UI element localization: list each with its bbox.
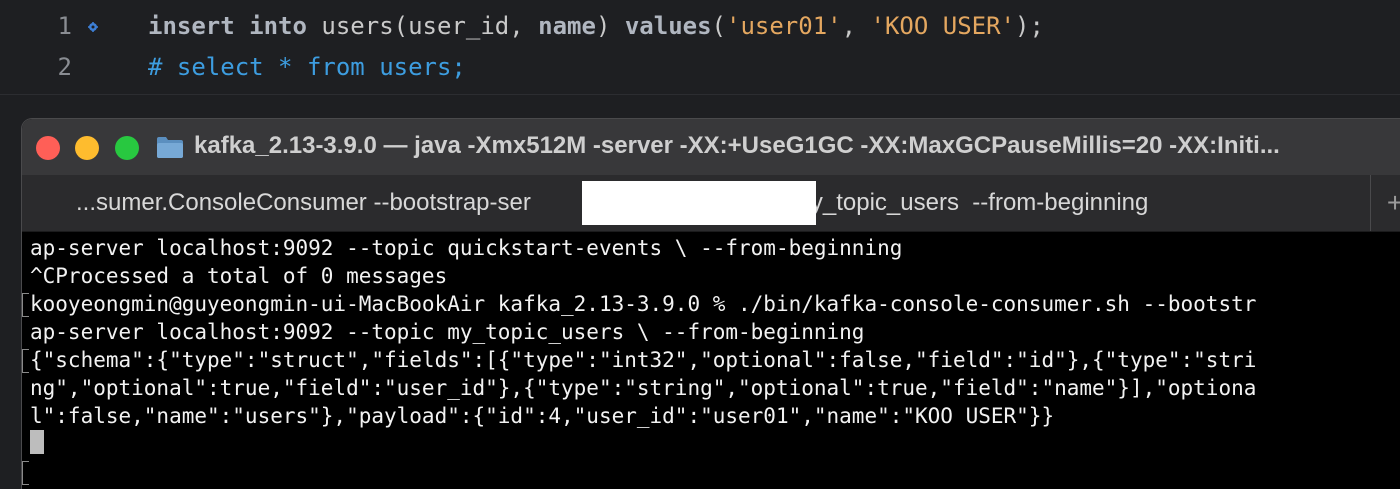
terminal-output[interactable]: ap-server localhost:9092 --topic quickst… xyxy=(22,232,1400,489)
close-button[interactable] xyxy=(36,136,60,160)
folder-icon xyxy=(157,137,183,158)
redaction-box xyxy=(582,181,816,225)
code-token: ) xyxy=(595,12,625,40)
editor-line-1[interactable]: 1 insert into users(user_id, name) value… xyxy=(0,6,1400,46)
code-token: # select * from users; xyxy=(148,53,466,81)
output-line: ap-server localhost:9092 --topic quickst… xyxy=(30,236,903,260)
code-token: name xyxy=(538,12,596,40)
mark-bracket-left xyxy=(22,293,29,317)
mark-bracket-left xyxy=(22,461,29,485)
code-token: ( xyxy=(711,12,726,40)
output-line: kooyeongmin@guyeongmin-ui-MacBookAir kaf… xyxy=(30,292,1257,316)
tab-console-consumer[interactable]: ...sumer.ConsoleConsumer --bootstrap-ser… xyxy=(22,175,1370,231)
title-bar[interactable]: kafka_2.13-3.9.0 — java -Xmx512M -server… xyxy=(22,119,1400,175)
output-line: {"schema":{"type":"struct","fields":[{"t… xyxy=(30,348,1257,372)
new-tab-button[interactable]: + xyxy=(1380,175,1400,231)
zoom-button[interactable] xyxy=(115,136,139,160)
mark-bracket-left xyxy=(22,349,29,373)
code-text[interactable]: # select * from users; xyxy=(148,47,466,87)
code-token: values xyxy=(624,12,712,40)
output-line: l":false,"name":"users"},"payload":{"id"… xyxy=(30,404,1055,428)
editor-divider xyxy=(0,94,1400,95)
line-number: 2 xyxy=(57,53,72,81)
tab-bar[interactable]: ...sumer.ConsoleConsumer --bootstrap-ser… xyxy=(22,175,1400,232)
minimize-button[interactable] xyxy=(75,136,99,160)
code-token: , xyxy=(841,12,871,40)
code-token: 'user01' xyxy=(726,12,842,40)
window-title: kafka_2.13-3.9.0 — java -Xmx512M -server… xyxy=(194,132,1280,159)
output-line: ng","optional":true,"field":"user_id"},{… xyxy=(30,376,1257,400)
text-cursor xyxy=(30,430,44,454)
terminal-window[interactable]: kafka_2.13-3.9.0 — java -Xmx512M -server… xyxy=(22,119,1400,489)
line-number: 1 xyxy=(57,12,72,40)
code-token: users(user_id, xyxy=(306,12,539,40)
code-token: insert xyxy=(148,12,235,40)
breakpoint-gear-icon[interactable] xyxy=(88,22,98,32)
close-icon xyxy=(36,136,60,160)
code-token: 'KOO USER' xyxy=(870,12,1016,40)
output-line: ap-server localhost:9092 --topic my_topi… xyxy=(30,320,865,344)
code-token: ); xyxy=(1015,12,1044,40)
output-line: ^CProcessed a total of 0 messages xyxy=(30,264,448,288)
code-token: into xyxy=(249,12,307,40)
editor-line-2[interactable]: 2 # select * from users; xyxy=(0,47,1400,87)
tab-divider xyxy=(1370,175,1371,231)
code-text[interactable]: insert into users(user_id, name) values(… xyxy=(148,6,1044,46)
